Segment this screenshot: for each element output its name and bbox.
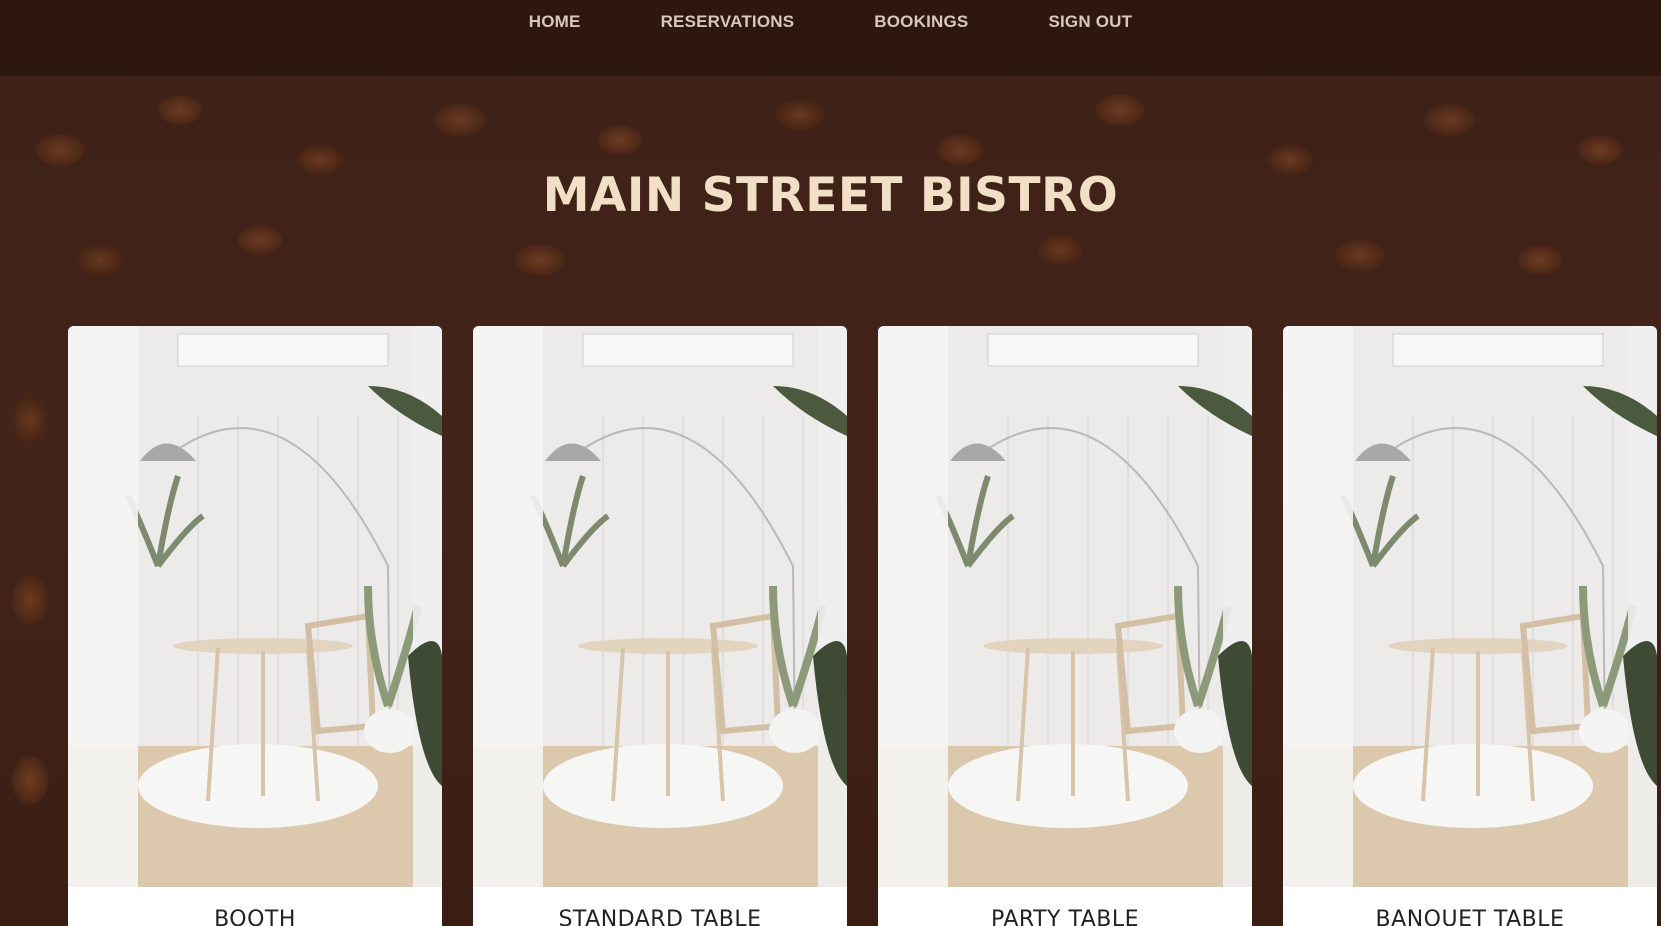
nav-sign-out-link[interactable]: SIGN OUT xyxy=(1048,12,1132,32)
nav-reservations-link[interactable]: RESERVATIONS xyxy=(661,12,795,32)
dining-room-illustration xyxy=(1283,326,1657,887)
card-label: BANQUET TABLE xyxy=(1375,907,1565,926)
card-booth[interactable]: BOOTH xyxy=(68,326,442,926)
page-title: MAIN STREET BISTRO xyxy=(542,168,1119,223)
dining-room-illustration xyxy=(878,326,1252,887)
dining-room-illustration xyxy=(68,326,442,887)
dining-room-photo xyxy=(68,326,442,887)
card-label: STANDARD TABLE xyxy=(558,907,762,926)
table-type-cards: BOOTH STANDARD TABLE PARTY TABLE BANQUET… xyxy=(68,326,1657,926)
card-label: BOOTH xyxy=(214,907,296,926)
dining-room-illustration xyxy=(473,326,847,887)
dining-room-photo xyxy=(473,326,847,887)
nav-bookings-link[interactable]: BOOKINGS xyxy=(874,12,968,32)
card-banquet-table[interactable]: BANQUET TABLE xyxy=(1283,326,1657,926)
card-standard-table[interactable]: STANDARD TABLE xyxy=(473,326,847,926)
dining-room-photo xyxy=(878,326,1252,887)
dining-room-photo xyxy=(1283,326,1657,887)
nav-home-link[interactable]: HOME xyxy=(529,12,581,32)
top-navigation: HOME RESERVATIONS BOOKINGS SIGN OUT xyxy=(0,0,1661,76)
card-party-table[interactable]: PARTY TABLE xyxy=(878,326,1252,926)
card-label: PARTY TABLE xyxy=(991,907,1139,926)
